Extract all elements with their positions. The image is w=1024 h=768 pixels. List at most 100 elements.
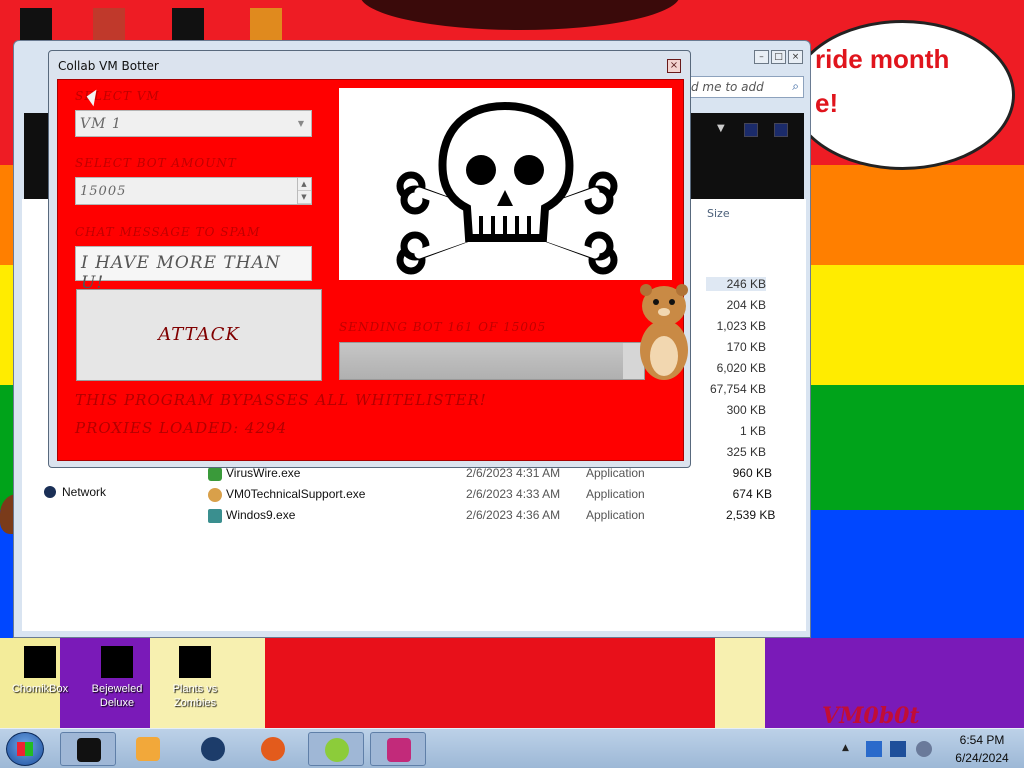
bot-amount-label: SELECT BOT AMOUNT <box>75 156 237 170</box>
preview-pane-icon[interactable] <box>774 123 788 137</box>
wallpaper-shape <box>265 638 715 733</box>
desktop-icon[interactable] <box>250 8 282 40</box>
desktop-icon-label: Plants vs Zombies <box>172 683 218 709</box>
app-icon <box>208 467 222 481</box>
taskbar-app-gallery[interactable] <box>370 732 426 766</box>
file-date: 2/6/2023 4:36 AM <box>466 508 561 522</box>
taskbar-app-globe[interactable] <box>185 732 241 766</box>
size-cell: 170 KB <box>726 340 766 354</box>
file-date: 2/6/2023 4:31 AM <box>466 466 561 480</box>
wallpaper-shape <box>715 638 765 733</box>
bubble-text-line1: ride month <box>815 44 950 74</box>
lime-icon <box>325 738 349 762</box>
botter-window[interactable]: Collab VM Botter × SELECT VM VM 1 ▼ SELE… <box>48 50 691 468</box>
network-icon <box>44 486 56 498</box>
bot-amount-value: 15005 <box>80 184 127 199</box>
progress-status: SENDING BOT 161 OF 15005 <box>339 320 547 334</box>
taskbar-app-lime[interactable] <box>308 732 364 766</box>
hamster-icon <box>634 280 694 382</box>
botter-panel: SELECT VM VM 1 ▼ SELECT BOT AMOUNT 15005… <box>57 79 688 461</box>
skull-crossbones-icon <box>396 101 618 275</box>
app-icon <box>208 509 222 523</box>
size-cell: 300 KB <box>726 403 766 417</box>
progress-fill <box>340 343 623 379</box>
taskbar-app-terminal[interactable] <box>60 732 116 766</box>
file-date: 2/6/2023 4:33 AM <box>466 487 561 501</box>
spinner: ▲ ▼ <box>297 178 311 204</box>
desktop-icon-plants-vs-zombies[interactable]: Plants vs Zombies <box>155 646 235 710</box>
file-name: VM0TechnicalSupport.exe <box>226 487 366 501</box>
view-icon[interactable] <box>744 123 758 137</box>
desktop-icon[interactable] <box>20 8 52 40</box>
app-icon <box>208 488 222 502</box>
close-button[interactable]: × <box>667 59 681 73</box>
skull-image <box>339 88 672 280</box>
size-cell: 1 KB <box>739 424 766 438</box>
file-type: Application <box>586 466 645 480</box>
file-name: Windos9.exe <box>226 508 296 522</box>
bubble-text-line2: e! <box>815 88 839 118</box>
chevron-down-icon: ▼ <box>297 119 305 128</box>
vm-select-value: VM 1 <box>80 116 122 132</box>
taskbar-app-media-player[interactable] <box>120 732 176 766</box>
desktop-icon-label: Bejeweled Deluxe <box>91 683 143 709</box>
size-cell: 325 KB <box>726 445 766 459</box>
clock-date[interactable]: 6/24/2024 <box>944 751 1020 765</box>
desktop-icon[interactable] <box>93 8 125 40</box>
file-size: 960 KB <box>732 466 772 480</box>
nav-item-label: Network <box>62 485 107 499</box>
file-size: 2,539 KB <box>726 508 776 522</box>
windows-logo-icon <box>17 742 33 756</box>
terminal-icon <box>77 738 101 762</box>
gallery-icon <box>387 738 411 762</box>
maximize-button[interactable]: □ <box>771 50 786 64</box>
desktop-icon-label: ChomikBox <box>11 683 69 695</box>
chat-message-value: I HAVE MORE THAN U! <box>81 253 281 293</box>
size-cell: 6,020 KB <box>716 361 766 375</box>
size-cell: 246 KB <box>706 277 766 291</box>
close-button[interactable]: × <box>788 50 803 64</box>
nav-item-network[interactable]: Network <box>44 485 106 499</box>
bejeweled-icon <box>101 646 133 678</box>
column-header-size[interactable]: Size <box>707 207 730 220</box>
size-cell: 67,754 KB <box>709 382 766 396</box>
chat-message-input[interactable]: I HAVE MORE THAN U! <box>75 246 312 293</box>
file-type: Application <box>586 487 645 501</box>
bypass-notice: THIS PROGRAM BYPASSES ALL WHITELISTER! <box>75 391 487 409</box>
desktop-icon[interactable] <box>172 8 204 40</box>
chomikbox-icon <box>24 646 56 678</box>
chevron-down-icon[interactable]: ▼ <box>717 123 725 134</box>
plants-vs-zombies-icon <box>179 646 211 678</box>
tray-icon[interactable] <box>866 741 882 757</box>
file-size: 674 KB <box>732 487 772 501</box>
taskbar-app-firefox[interactable] <box>245 732 301 766</box>
desktop-icon-bejeweled[interactable]: Bejeweled Deluxe <box>77 646 157 710</box>
attack-button[interactable]: ATTACK <box>76 289 322 381</box>
spin-up-button[interactable]: ▲ <box>298 178 311 191</box>
size-cell: 1,023 KB <box>716 319 766 333</box>
window-title: Collab VM Botter <box>58 59 159 73</box>
table-row[interactable]: Windos9.exe 2/6/2023 4:36 AM Application… <box>22 506 806 526</box>
search-placeholder: d me to add <box>691 80 764 94</box>
minimize-button[interactable]: – <box>754 50 769 64</box>
wallpaper-watermark: VM0b0t <box>822 703 920 729</box>
chevron-up-icon[interactable]: ▲ <box>842 743 858 759</box>
start-button[interactable] <box>6 732 44 766</box>
proxies-status: PROXIES LOADED: 4294 <box>75 419 288 437</box>
size-cell: 204 KB <box>726 298 766 312</box>
network-icon[interactable] <box>890 741 906 757</box>
desktop-icon-chomikbox[interactable]: ChomikBox <box>0 646 80 696</box>
taskbar: ▲ <box>0 728 1024 768</box>
spin-down-button[interactable]: ▼ <box>298 191 311 204</box>
search-icon[interactable]: ⌕ <box>792 79 799 94</box>
vm-select[interactable]: VM 1 ▼ <box>75 110 312 137</box>
table-row[interactable]: VM0TechnicalSupport.exe 2/6/2023 4:33 AM… <box>22 485 806 505</box>
file-name: VirusWire.exe <box>226 466 301 480</box>
search-input[interactable]: d me to add ⌕ <box>684 76 804 98</box>
clock-time[interactable]: 6:54 PM <box>952 733 1012 747</box>
globe-icon <box>201 737 225 761</box>
volume-icon[interactable] <box>916 741 932 757</box>
firefox-icon <box>261 737 285 761</box>
progress-bar <box>339 342 645 380</box>
bot-amount-stepper[interactable]: 15005 ▲ ▼ <box>75 177 312 205</box>
